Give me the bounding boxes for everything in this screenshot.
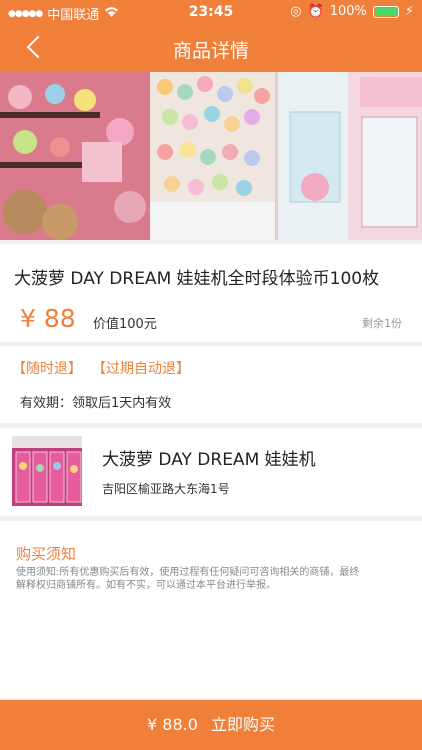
store-address: 吉阳区榆亚路大东海1号: [102, 482, 230, 496]
buy-label: 立即购买: [210, 715, 275, 734]
status-bar: ●●●●● 中国联通 23:45 ◎ ⏰ 100% ⚡: [0, 0, 422, 24]
original-value: 价值100元: [93, 317, 157, 332]
tag-auto-refund-expired: 【过期自动退】: [92, 361, 190, 377]
stock-remaining: 剩余1份: [362, 317, 402, 330]
store-card[interactable]: 大菠萝 DAY DREAM 娃娃机 吉阳区榆亚路大东海1号: [0, 428, 422, 516]
notice-title: 购买须知: [16, 545, 77, 563]
product-image: [0, 72, 422, 240]
page-title: 商品详情: [172, 40, 249, 62]
rotation-lock-icon: ◎: [290, 4, 302, 19]
product-price: ¥ 88: [20, 304, 76, 333]
purchase-notice-card: 购买须知 使用须知:所有优惠购买后有效，使用过程有任何疑问可咨询相关的商铺，最终…: [0, 521, 422, 698]
buy-now-button[interactable]: ¥ 88.0 立即购买: [0, 700, 422, 750]
tag-refund-anytime: 【随时退】: [12, 361, 82, 377]
battery-percent: 100%: [329, 4, 367, 19]
validity-period: 有效期：领取后1天内有效: [20, 396, 172, 411]
refund-policy-card: 【随时退】 【过期自动退】 有效期：领取后1天内有效: [0, 346, 422, 423]
notice-text: 使用须知:所有优惠购买后有效，使用过程有任何疑问可咨询相关的商铺，最终解释权归商…: [16, 567, 360, 591]
charging-icon: ⚡: [404, 4, 414, 19]
status-right: ◎ ⏰ 100% ⚡: [290, 4, 414, 19]
battery-icon: [372, 5, 399, 18]
product-info-card: 大菠萝 DAY DREAM 娃娃机全时段体验币100枚 ¥ 88 价值100元 …: [0, 244, 422, 342]
alarm-icon: ⏰: [307, 4, 324, 19]
store-thumbnail: [12, 436, 82, 506]
buy-price: ¥ 88.0: [147, 715, 198, 734]
store-name: 大菠萝 DAY DREAM 娃娃机: [102, 450, 316, 470]
nav-bar: 商品详情: [0, 24, 422, 72]
product-title: 大菠萝 DAY DREAM 娃娃机全时段体验币100枚: [14, 269, 380, 289]
